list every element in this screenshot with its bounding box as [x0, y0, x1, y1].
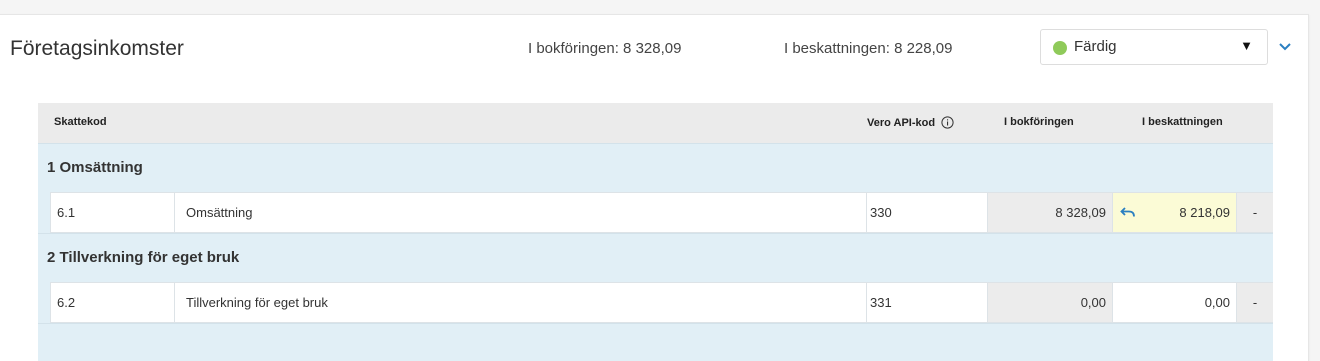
row-code: 6.2 — [50, 282, 174, 323]
status-label: Färdig — [1074, 38, 1117, 55]
group-row-next — [38, 323, 1273, 361]
table-row: 6.2 Tillverkning för eget bruk 331 0,00 … — [38, 282, 1273, 323]
row-tax-value-field[interactable]: 8 218,09 — [1112, 192, 1236, 233]
status-select[interactable]: Färdig ▼ — [1040, 29, 1268, 65]
header-code: Skattekod — [54, 116, 107, 128]
row-name: Tillverkning för eget bruk — [174, 282, 866, 323]
row-code: 6.1 — [50, 192, 174, 233]
dropdown-arrow-icon: ▼ — [1240, 38, 1253, 53]
group-row-tillverkning: 2 Tillverkning för eget bruk — [38, 233, 1273, 282]
row-extra: - — [1236, 192, 1273, 233]
tax-summary: I beskattningen: 8 228,09 — [784, 40, 953, 57]
table-header: Skattekod Vero API-kod I bokföringen I b… — [38, 103, 1273, 143]
row-book-value: 0,00 — [987, 282, 1112, 323]
book-summary: I bokföringen: 8 328,09 — [528, 40, 682, 57]
tax-code-table: Skattekod Vero API-kod I bokföringen I b… — [38, 103, 1273, 361]
section-title: Företagsinkomster — [10, 37, 184, 60]
row-extra: - — [1236, 282, 1273, 323]
group-label: 1 Omsättning — [47, 159, 143, 176]
header-book: I bokföringen — [1004, 116, 1074, 128]
header-tax: I beskattningen — [1142, 116, 1223, 128]
info-icon[interactable] — [941, 116, 954, 129]
chevron-down-icon[interactable] — [1277, 41, 1293, 53]
row-name: Omsättning — [174, 192, 866, 233]
row-api-code: 331 — [866, 282, 987, 323]
group-row-omsattning: 1 Omsättning — [38, 143, 1273, 192]
header-api-label: Vero API-kod — [867, 117, 936, 129]
header-api-code: Vero API-kod — [867, 116, 954, 129]
row-tax-value: 8 218,09 — [1179, 205, 1230, 220]
group-label: 2 Tillverkning för eget bruk — [47, 249, 240, 266]
row-book-value: 8 328,09 — [987, 192, 1112, 233]
row-api-code: 330 — [866, 192, 987, 233]
row-tax-value: 0,00 — [1204, 295, 1230, 310]
status-dot-icon — [1053, 41, 1067, 55]
table-row: 6.1 Omsättning 330 8 328,09 8 218,09 - — [38, 192, 1273, 233]
undo-icon[interactable] — [1120, 206, 1136, 218]
row-tax-value-field[interactable]: 0,00 — [1112, 282, 1236, 323]
business-income-card: Företagsinkomster I bokföringen: 8 328,0… — [0, 14, 1309, 361]
